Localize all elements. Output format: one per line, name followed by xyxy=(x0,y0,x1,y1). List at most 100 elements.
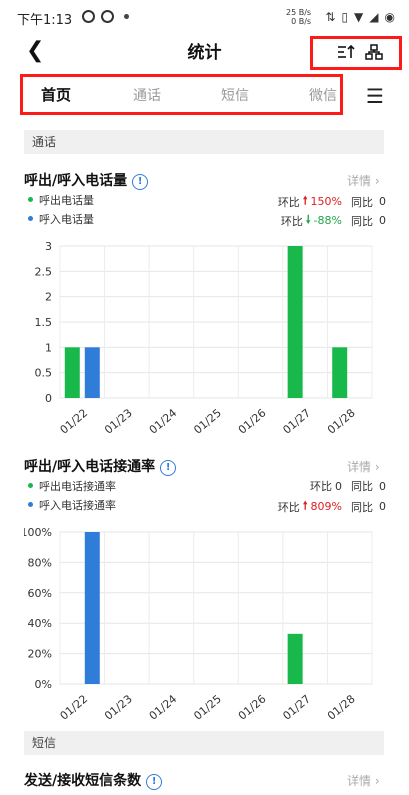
ring-label: 环比 xyxy=(280,214,303,228)
yoy-value: 0 xyxy=(379,479,386,493)
org-chart-icon[interactable] xyxy=(365,44,383,64)
legend-dot xyxy=(28,483,33,488)
y-tick-label: 20% xyxy=(28,648,52,661)
notification-dot-icon xyxy=(124,14,129,19)
detail-link[interactable]: 详情 › xyxy=(347,458,380,475)
ring-value: 0 xyxy=(335,479,342,493)
notification-q-icon: Q xyxy=(82,10,95,23)
legend-name: 呼入电话量 xyxy=(39,213,94,226)
x-tick-label: 01/22 xyxy=(58,406,91,436)
x-tick-label: 01/25 xyxy=(191,406,224,436)
tab-calls[interactable]: 通话 xyxy=(133,85,161,105)
card-title-text: 呼出/呼入电话接通率 xyxy=(24,459,156,475)
y-tick-label: 100% xyxy=(24,526,52,539)
x-tick-label: 01/23 xyxy=(102,406,135,436)
legend-dot xyxy=(28,502,33,507)
status-bar: 下午1:13 Q Q 25 B/s 0 B/s ⇅ ▯ ▼ ◢ ◉ xyxy=(0,0,409,34)
chevron-right-icon: › xyxy=(374,460,380,474)
y-tick-label: 3 xyxy=(45,240,52,253)
bar-01-27-0[interactable] xyxy=(287,633,303,684)
yoy-label: 同比 xyxy=(351,195,373,209)
y-tick-label: 2.5 xyxy=(35,265,53,278)
legend-row: 呼出电话量 环比 🠕 150% 同比 0 xyxy=(28,192,386,211)
bar-01-22-1[interactable] xyxy=(84,532,100,684)
info-icon[interactable]: ! xyxy=(146,774,163,790)
sort-upload-icon[interactable] xyxy=(337,44,355,64)
legend-row: 呼入电话量 环比 🠗 -88% 同比 0 xyxy=(28,211,386,230)
x-tick-label: 01/22 xyxy=(58,692,91,722)
status-icons: ⇅ ▯ ▼ ◢ ◉ xyxy=(325,10,395,24)
tab-wechat[interactable]: 微信 xyxy=(309,85,337,105)
legend-stats: 环比 🠕 809% 同比 0 xyxy=(278,497,386,516)
x-tick-label: 01/26 xyxy=(236,692,269,722)
y-tick-label: 80% xyxy=(28,556,52,569)
bar-01-27-0[interactable] xyxy=(287,246,303,398)
y-tick-label: 60% xyxy=(28,587,52,600)
ring-value: 809% xyxy=(310,500,342,513)
battery-icon: ◉ xyxy=(384,10,395,24)
x-tick-label: 01/28 xyxy=(325,692,358,722)
card-title-text: 发送/接收短信条数 xyxy=(24,773,142,789)
tab-home[interactable]: 首页 xyxy=(41,84,71,105)
y-tick-label: 1 xyxy=(45,341,52,354)
info-icon[interactable]: ! xyxy=(160,460,177,476)
tab-bar: 首页 通话 短信 微信 xyxy=(20,74,343,115)
legend-name: 呼入电话接通率 xyxy=(39,499,116,512)
vibrate-icon: ▯ xyxy=(341,10,349,24)
card-title-sms-count: 发送/接收短信条数! xyxy=(24,770,163,790)
yoy-value: 0 xyxy=(379,500,386,513)
x-tick-label: 01/25 xyxy=(191,692,224,722)
y-tick-label: 0% xyxy=(35,678,52,691)
signal-icon: ◢ xyxy=(369,10,379,24)
x-tick-label: 01/27 xyxy=(280,406,313,436)
x-tick-label: 01/24 xyxy=(147,692,180,722)
chevron-right-icon: › xyxy=(374,774,380,788)
header-actions xyxy=(310,36,402,70)
bar-01-28-0[interactable] xyxy=(332,347,348,398)
arrow-up-icon: 🠕 xyxy=(302,194,308,207)
menu-icon[interactable]: ☰ xyxy=(366,86,384,106)
ring-label: 环比 xyxy=(310,480,332,493)
legend-dot xyxy=(28,197,33,202)
status-time: 下午1:13 xyxy=(17,13,73,28)
network-speed: 25 B/s 0 B/s xyxy=(286,8,311,26)
detail-link[interactable]: 详情 › xyxy=(347,172,380,189)
yoy-value: 0 xyxy=(379,214,386,227)
y-tick-label: 40% xyxy=(28,617,52,630)
x-tick-label: 01/24 xyxy=(147,406,180,436)
card-title-connect-rate: 呼出/呼入电话接通率! xyxy=(24,456,177,476)
legend-row: 呼出电话接通率 环比 0 同比 0 xyxy=(28,478,386,494)
ring-value: 150% xyxy=(310,195,342,208)
detail-label: 详情 xyxy=(347,460,372,474)
x-tick-label: 01/23 xyxy=(102,692,135,722)
x-tick-label: 01/26 xyxy=(236,406,269,436)
detail-label: 详情 xyxy=(347,174,372,188)
arrow-down-icon: 🠗 xyxy=(305,213,311,226)
x-tick-label: 01/27 xyxy=(280,692,313,722)
yoy-label: 同比 xyxy=(351,500,373,514)
legend-stats: 环比 0 同比 0 xyxy=(310,478,386,494)
arrow-up-icon: 🠕 xyxy=(302,499,308,512)
speed-up: 25 B/s xyxy=(286,8,312,17)
y-tick-label: 1.5 xyxy=(35,316,53,329)
ring-label: 环比 xyxy=(277,500,300,514)
legend-row: 呼入电话接通率 环比 🠕 809% 同比 0 xyxy=(28,497,386,516)
section-header-sms: 短信 xyxy=(24,731,384,755)
detail-label: 详情 xyxy=(347,774,372,788)
app-header: ❮ 统计 xyxy=(0,34,409,70)
wifi-icon: ▼ xyxy=(354,10,364,24)
legend-name: 呼出电话量 xyxy=(39,194,94,207)
detail-link[interactable]: 详情 › xyxy=(347,772,380,789)
bar-01-22-1[interactable] xyxy=(84,347,100,398)
tab-sms[interactable]: 短信 xyxy=(221,85,249,105)
bar-01-22-0[interactable] xyxy=(64,347,80,398)
section-header-calls: 通话 xyxy=(24,130,384,154)
legend-stats: 环比 🠗 -88% 同比 0 xyxy=(281,211,386,230)
card-title-call-volume: 呼出/呼入电话量! xyxy=(24,170,149,190)
card-title-text: 呼出/呼入电话量 xyxy=(24,173,128,189)
chevron-right-icon: › xyxy=(374,174,380,188)
call-volume-chart: 0 0.5 1 1.5 2 2.5 3 01/22 01/23 01/24 01/25 01/26 01… xyxy=(35,240,373,436)
x-tick-label: 01/28 xyxy=(325,406,358,436)
info-icon[interactable]: ! xyxy=(132,174,149,190)
legend-stats: 环比 🠕 150% 同比 0 xyxy=(278,192,386,211)
